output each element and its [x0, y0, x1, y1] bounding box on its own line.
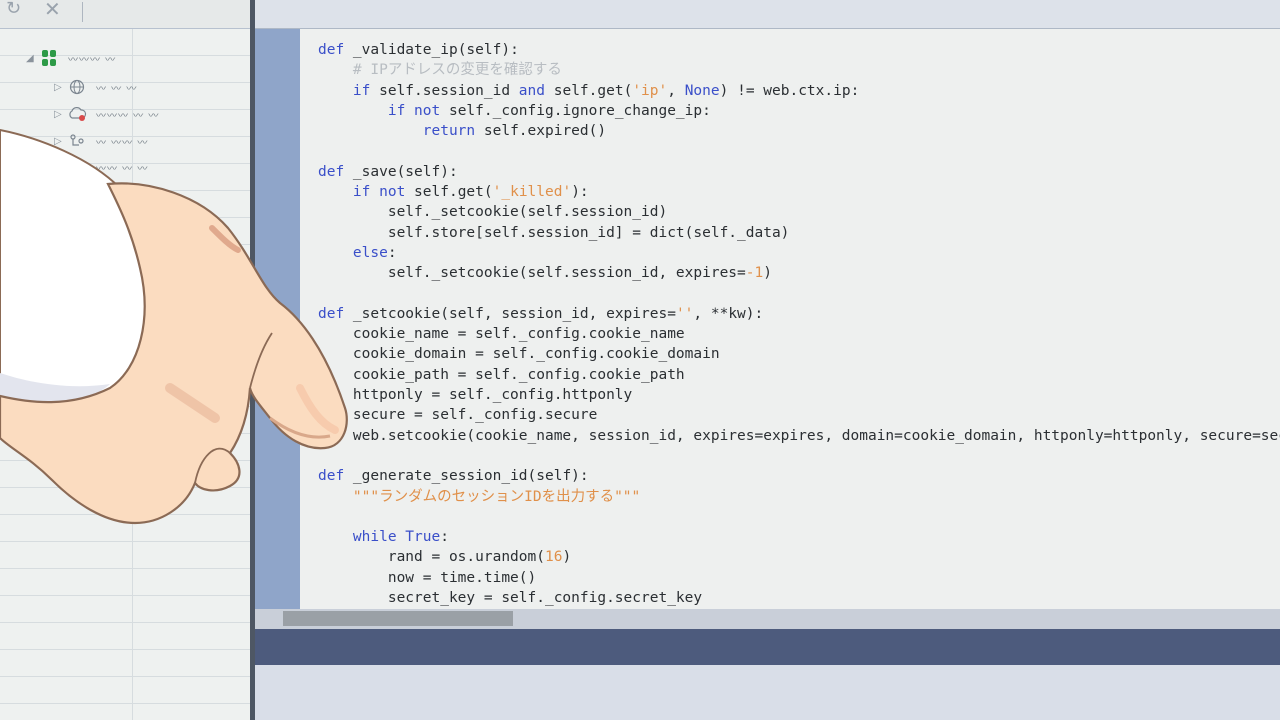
code-line: def _validate_ip(self): [318, 40, 1280, 60]
code-line: if not self.get('_killed'): [318, 182, 1280, 202]
code-line: return self.expired() [318, 121, 1280, 141]
tree-item-network[interactable]: ▷ 〰 〰 〰 [54, 77, 137, 97]
expanded-arrow-icon[interactable]: ◢ [26, 53, 38, 64]
code-token: ) [562, 549, 572, 566]
code-line: httponly = self._config.httponly [318, 385, 1280, 405]
code-line: """ランダムのセッションIDを出力する""" [318, 487, 1280, 507]
code-token: self.store[self.session_id] = dict(self.… [318, 224, 790, 241]
code-line: cookie_domain = self._config.cookie_doma… [318, 344, 1280, 364]
code-line: self._setcookie(self.session_id) [318, 202, 1280, 222]
code-token: '_killed' [492, 184, 572, 201]
code-line: web.setcookie(cookie_name, session_id, e… [318, 426, 1280, 446]
code-line: # IPアドレスの変更を確認する [318, 60, 1280, 80]
collapsed-arrow-icon[interactable]: ▷ [54, 82, 66, 93]
code-line: self._setcookie(self.session_id, expires… [318, 263, 1280, 283]
code-token: -1 [745, 265, 764, 282]
code-token: web.setcookie(cookie_name, session_id, e… [318, 427, 1280, 444]
explorer-toolbar: ↻ ✕ [0, 0, 252, 29]
code-line: cookie_path = self._config.cookie_path [318, 365, 1280, 385]
code-token: : [440, 529, 449, 546]
refresh-icon[interactable]: ↻ [6, 0, 21, 20]
code-line: if not self._config.ignore_change_ip: [318, 101, 1280, 121]
code-token: now = time.time() [318, 569, 537, 586]
code-token: self.session_id [370, 82, 519, 99]
code-line: else: [318, 243, 1280, 263]
close-icon[interactable]: ✕ [44, 0, 61, 20]
tree-item-root[interactable]: ◢ 〰〰〰 〰 [26, 48, 116, 68]
code-token: while True [352, 529, 441, 546]
dashboard-icon [38, 48, 60, 68]
code-token: self._config.ignore_change_ip: [440, 102, 711, 119]
code-token: if not [387, 102, 441, 119]
code-token: : [387, 244, 397, 261]
code-text-area[interactable]: def _validate_ip(self): # IPアドレスの変更を確認する… [300, 29, 1280, 609]
code-token: # IPアドレスの変更を確認する [318, 62, 562, 79]
code-token: rand = os.urandom( [318, 549, 545, 566]
code-token: , **kw): [693, 305, 764, 322]
pointing-hand-illustration [0, 128, 348, 525]
toolbar-divider [82, 2, 83, 22]
code-token: cookie_name = self._config.cookie_name [318, 326, 685, 343]
code-token: self.get( [405, 184, 493, 201]
code-token: and [518, 82, 545, 99]
code-line: if self.session_id and self.get('ip', No… [318, 81, 1280, 101]
code-line: while True: [318, 527, 1280, 547]
code-lines: def _validate_ip(self): # IPアドレスの変更を確認する… [318, 40, 1280, 608]
code-line: def _save(self): [318, 162, 1280, 182]
globe-icon [66, 77, 88, 97]
code-token: _setcookie(self, session_id, expires= [344, 305, 676, 322]
code-token: if not [352, 184, 406, 201]
tree-item-label: 〰 〰 〰 [96, 83, 138, 95]
code-token: self.expired() [475, 123, 607, 140]
code-line: now = time.time() [318, 568, 1280, 588]
code-token: return [422, 123, 476, 140]
code-line: secret_key = self._config.secret_key [318, 588, 1280, 608]
code-token: if [352, 82, 371, 99]
code-token: _save(self): [344, 163, 458, 180]
code-token: None [684, 82, 720, 99]
output-panel [255, 665, 1280, 720]
code-token: httponly = self._config.httponly [318, 387, 633, 404]
code-token: """ランダムのセッションIDを出力する""" [318, 488, 641, 505]
code-token: self._setcookie(self.session_id, expires… [318, 265, 746, 282]
code-token: '' [675, 305, 694, 322]
editor-tab-strip [255, 0, 1280, 29]
panel-header-bar [255, 629, 1280, 665]
code-token: self.get( [545, 82, 633, 99]
code-editor: def _validate_ip(self): # IPアドレスの変更を確認する… [255, 0, 1280, 720]
code-line: cookie_name = self._config.cookie_name [318, 324, 1280, 344]
code-line: def _generate_session_id(self): [318, 466, 1280, 486]
code-token: ) [763, 265, 772, 282]
scrollbar-thumb[interactable] [283, 611, 513, 626]
code-token: , [667, 82, 685, 99]
code-token: _generate_session_id(self): [344, 468, 589, 485]
code-line: rand = os.urandom(16) [318, 547, 1280, 567]
code-token: 'ip' [632, 82, 668, 99]
code-line: def _setcookie(self, session_id, expires… [318, 304, 1280, 324]
code-token: ): [571, 184, 589, 201]
code-token: ) != web.ctx.ip: [719, 82, 860, 99]
code-line: secure = self._config.secure [318, 405, 1280, 425]
tree-item-label: 〰〰〰 〰 [68, 54, 117, 66]
code-line: self.store[self.session_id] = dict(self.… [318, 223, 1280, 243]
code-token: _validate_ip(self): [344, 42, 519, 58]
code-token: self._setcookie(self.session_id) [318, 204, 668, 221]
code-token: cookie_path = self._config.cookie_path [318, 366, 685, 383]
code-token: secret_key = self._config.secret_key [318, 590, 703, 607]
code-token: def [318, 42, 345, 58]
code-token: 16 [544, 549, 563, 566]
code-token: cookie_domain = self._config.cookie_doma… [318, 346, 720, 363]
